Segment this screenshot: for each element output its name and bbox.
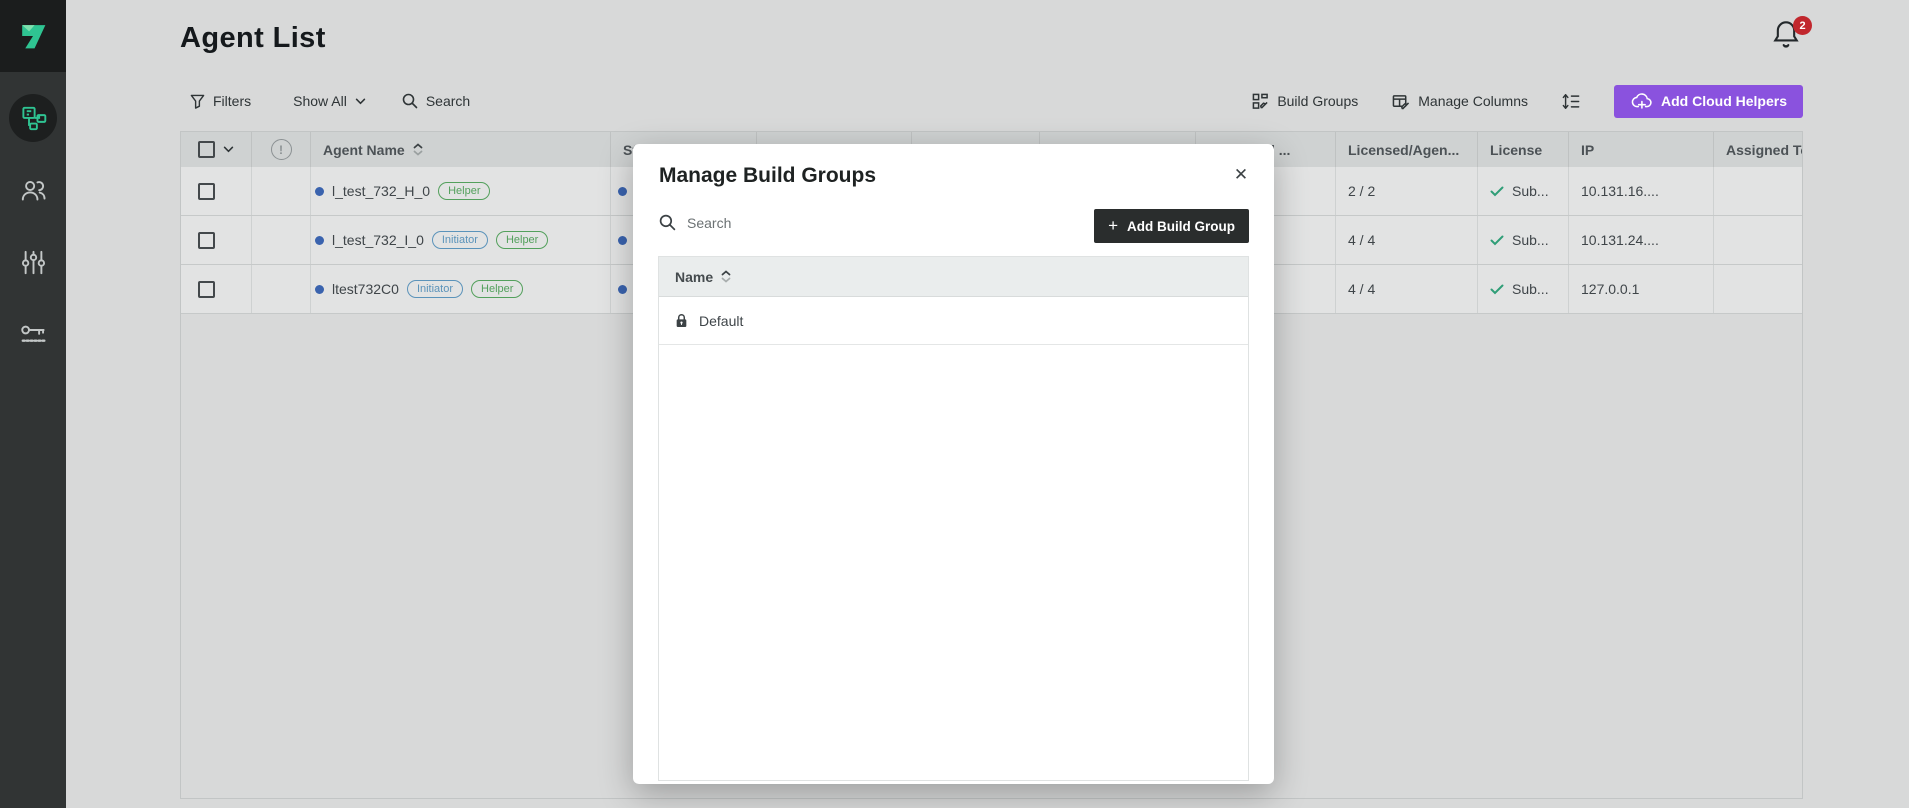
row-height-icon (1562, 92, 1580, 111)
search-icon (659, 214, 676, 231)
status-dot (618, 187, 627, 196)
check-icon (1490, 186, 1504, 197)
name-column-label: Name (675, 269, 713, 285)
build-group-row[interactable]: Default (659, 297, 1248, 345)
notifications-button[interactable]: 2 (1772, 18, 1812, 54)
column-label: IP (1581, 142, 1594, 158)
column-header-assigned-to[interactable]: Assigned To (1714, 132, 1803, 167)
filters-label: Filters (213, 93, 251, 109)
app-logo[interactable] (0, 0, 66, 72)
search-icon (402, 93, 418, 109)
manage-columns-button[interactable]: Manage Columns (1392, 93, 1528, 110)
check-icon (1490, 235, 1504, 246)
search-label: Search (426, 93, 470, 109)
licensed-count: 4 / 4 (1348, 232, 1375, 248)
status-dot (618, 236, 627, 245)
sort-indicator (721, 270, 731, 283)
build-groups-table: Name Default (658, 256, 1249, 781)
show-all-label: Show All (293, 93, 347, 109)
agent-name: ltest732C0 (332, 281, 399, 297)
alerts-column-header: ! (252, 132, 311, 167)
manage-build-groups-modal: Manage Build Groups ✕ + Add Build Group … (633, 144, 1274, 784)
add-cloud-helpers-button[interactable]: Add Cloud Helpers (1614, 85, 1803, 118)
initiator-tag: Initiator (407, 280, 463, 298)
license-type: Sub... (1512, 232, 1549, 248)
build-groups-button[interactable]: Build Groups (1252, 93, 1358, 110)
column-header-ip[interactable]: IP (1569, 132, 1714, 167)
sort-indicator (413, 143, 423, 156)
chevron-down-icon[interactable] (223, 146, 234, 153)
sidebar (0, 0, 66, 808)
row-height-button[interactable] (1562, 92, 1580, 111)
modal-title: Manage Build Groups (659, 164, 876, 188)
build-groups-name-header[interactable]: Name (659, 257, 1248, 297)
build-groups-icon (1252, 93, 1269, 110)
modal-close-button[interactable]: ✕ (1228, 162, 1254, 188)
agent-status-dot (315, 285, 324, 294)
add-build-group-label: Add Build Group (1127, 219, 1235, 234)
manage-columns-label: Manage Columns (1418, 93, 1528, 109)
column-label: Licensed/Agen... (1348, 142, 1459, 158)
agents-icon (20, 105, 47, 132)
select-all-checkbox[interactable] (198, 141, 215, 158)
row-checkbox[interactable] (198, 183, 215, 200)
agent-ip: 10.131.24.... (1581, 232, 1659, 248)
filter-funnel-icon (190, 94, 205, 109)
licensed-count: 4 / 4 (1348, 281, 1375, 297)
sidebar-item-settings[interactable] (9, 238, 57, 286)
column-label: License (1490, 142, 1542, 158)
row-checkbox[interactable] (198, 232, 215, 249)
build-group-name: Default (699, 313, 743, 329)
table-search-button[interactable]: Search (402, 93, 470, 109)
license-key-icon (20, 321, 47, 348)
column-label: Assigned To (1726, 142, 1803, 158)
show-all-dropdown[interactable]: Show All (293, 93, 366, 109)
column-header-agent-name[interactable]: Agent Name (311, 132, 611, 167)
cloud-plus-icon (1630, 93, 1652, 110)
lock-icon (675, 313, 688, 328)
initiator-tag: Initiator (432, 231, 488, 249)
column-label: Agent Name (323, 142, 405, 158)
add-build-group-button[interactable]: + Add Build Group (1094, 209, 1249, 243)
row-checkbox[interactable] (198, 281, 215, 298)
license-type: Sub... (1512, 183, 1549, 199)
licensed-count: 2 / 2 (1348, 183, 1375, 199)
agent-name: l_test_732_H_0 (332, 183, 430, 199)
brand-logo-icon (16, 19, 50, 53)
agent-status-dot (315, 236, 324, 245)
column-header-licensed-agents[interactable]: Licensed/Agen... (1336, 132, 1478, 167)
status-dot (618, 285, 627, 294)
settings-sliders-icon (20, 249, 47, 276)
modal-search-input[interactable] (687, 215, 957, 231)
sidebar-item-agents[interactable] (9, 94, 57, 142)
page-title: Agent List (180, 22, 326, 55)
helper-tag: Helper (496, 231, 548, 249)
agent-name: l_test_732_I_0 (332, 232, 424, 248)
agent-status-dot (315, 187, 324, 196)
check-icon (1490, 284, 1504, 295)
select-all-header (181, 132, 252, 167)
license-type: Sub... (1512, 281, 1549, 297)
agent-ip: 10.131.16.... (1581, 183, 1659, 199)
notification-count-badge: 2 (1793, 16, 1812, 35)
filters-button[interactable]: Filters (190, 93, 251, 109)
manage-columns-icon (1392, 93, 1410, 110)
alert-circle-icon: ! (271, 139, 292, 160)
helper-tag: Helper (438, 182, 490, 200)
users-icon (20, 177, 47, 204)
sidebar-item-licenses[interactable] (9, 310, 57, 358)
agent-ip: 127.0.0.1 (1581, 281, 1639, 297)
toolbar: Filters Show All Search Build Groups (180, 84, 1803, 118)
helper-tag: Helper (471, 280, 523, 298)
sidebar-item-users[interactable] (9, 166, 57, 214)
plus-icon: + (1108, 216, 1118, 236)
build-groups-label: Build Groups (1277, 93, 1358, 109)
add-cloud-helpers-label: Add Cloud Helpers (1661, 93, 1787, 109)
column-header-license[interactable]: License (1478, 132, 1569, 167)
chevron-down-icon (355, 98, 366, 105)
modal-search (659, 214, 979, 231)
